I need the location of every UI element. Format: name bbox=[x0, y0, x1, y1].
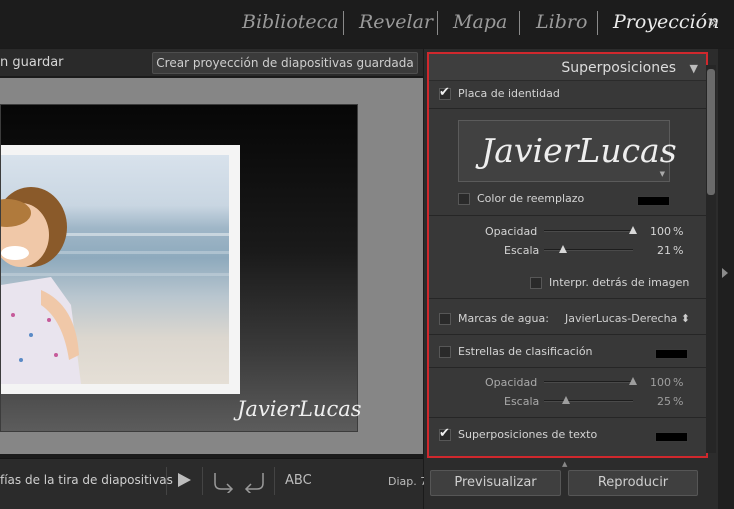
module-divider bbox=[437, 11, 438, 35]
module-proyeccion[interactable]: Proyección bbox=[613, 11, 719, 33]
identity-plate-checkbox[interactable] bbox=[439, 85, 451, 100]
add-text-button[interactable]: ABC bbox=[285, 473, 312, 488]
rotate-left-icon[interactable] bbox=[211, 469, 237, 493]
module-revelar[interactable]: Revelar bbox=[359, 11, 433, 33]
panel-title: Superposiciones bbox=[561, 60, 676, 76]
stars-opacity-slider[interactable] bbox=[544, 377, 637, 385]
section-divider bbox=[429, 215, 706, 216]
identity-plate-menu-icon[interactable]: ▼ bbox=[660, 170, 665, 178]
identity-scale-slider[interactable] bbox=[544, 245, 633, 253]
override-color-swatch[interactable] bbox=[637, 196, 670, 206]
watermark-checkbox[interactable] bbox=[439, 313, 451, 325]
stars-scale-value[interactable]: 25 bbox=[643, 395, 671, 408]
module-divider bbox=[343, 11, 344, 35]
toolbar-divider bbox=[202, 467, 203, 495]
stars-scale-unit: % bbox=[673, 395, 684, 408]
override-color-checkbox[interactable] bbox=[458, 193, 470, 205]
module-biblioteca[interactable]: Biblioteca bbox=[242, 11, 339, 33]
identity-opacity-slider[interactable] bbox=[544, 226, 637, 234]
stars-scale-label: Escala bbox=[504, 395, 540, 408]
module-divider bbox=[519, 11, 520, 35]
identity-plate-editor[interactable]: JavierLucas ▼ bbox=[458, 120, 677, 182]
rating-stars-checkbox[interactable] bbox=[439, 346, 451, 358]
scrollbar-thumb[interactable] bbox=[707, 69, 715, 195]
play-icon[interactable] bbox=[176, 471, 192, 489]
preview-button[interactable]: Previsualizar bbox=[430, 470, 561, 496]
module-divider bbox=[597, 11, 598, 35]
identity-opacity-unit: % bbox=[673, 225, 684, 238]
slider-knob[interactable] bbox=[629, 226, 637, 234]
panel-scrollbar[interactable] bbox=[706, 65, 716, 453]
bottom-toolbar: fías de la tira de diapositivas ⬍ ABC Di… bbox=[0, 458, 427, 509]
module-libro[interactable]: Libro bbox=[536, 11, 587, 33]
use-content-select[interactable]: fías de la tira de diapositivas ⬍ bbox=[0, 473, 187, 487]
collapse-right-panel-icon[interactable] bbox=[722, 268, 728, 278]
create-saved-slideshow-button[interactable]: Crear proyección de diapositivas guardad… bbox=[152, 52, 418, 74]
override-color-label: Color de reemplazo bbox=[477, 192, 585, 205]
unsaved-slideshow-label: n guardar bbox=[0, 55, 64, 70]
overlays-panel-highlight: Superposiciones ▼ Placa de identidad Jav… bbox=[427, 52, 708, 458]
collapse-triangle-icon[interactable]: ▼ bbox=[690, 62, 698, 75]
overlays-panel: Superposiciones ▼ Placa de identidad Jav… bbox=[424, 49, 734, 509]
slide-counter: Diap. 7 bbox=[388, 475, 428, 488]
identity-opacity-label: Opacidad bbox=[485, 225, 538, 238]
identity-plate-overlay[interactable]: JavierLucas bbox=[237, 397, 362, 421]
identity-plate-label: Placa de identidad bbox=[458, 87, 560, 100]
rating-stars-label: Estrellas de clasificación bbox=[458, 345, 593, 358]
lightroom-window: Biblioteca Revelar Mapa Libro Proyección… bbox=[0, 0, 734, 509]
play-button[interactable]: Reproducir bbox=[568, 470, 698, 496]
stars-opacity-unit: % bbox=[673, 376, 684, 389]
section-divider bbox=[429, 108, 706, 109]
slide-preview: JavierLucas bbox=[0, 104, 362, 432]
slide-photo[interactable] bbox=[1, 155, 229, 384]
text-overlays-color-swatch[interactable] bbox=[655, 432, 688, 442]
section-divider bbox=[429, 334, 706, 335]
rotate-right-icon[interactable] bbox=[241, 469, 267, 493]
toolbar-divider bbox=[274, 467, 275, 495]
rating-stars-color-swatch[interactable] bbox=[655, 349, 688, 359]
panel-resize-icon[interactable]: ▲ bbox=[562, 460, 567, 468]
panel-header[interactable]: Superposiciones ▼ bbox=[429, 54, 706, 81]
slider-knob[interactable] bbox=[562, 396, 571, 404]
identity-scale-label: Escala bbox=[504, 244, 540, 257]
more-modules-icon[interactable]: » bbox=[708, 13, 718, 33]
module-mapa[interactable]: Mapa bbox=[453, 11, 507, 33]
section-divider bbox=[429, 367, 706, 368]
stars-opacity-value[interactable]: 100 bbox=[643, 376, 671, 389]
toolbar-divider bbox=[166, 467, 167, 495]
render-behind-label: Interpr. detrás de imagen bbox=[549, 276, 690, 289]
section-divider bbox=[429, 298, 706, 299]
slideshow-toolbar: n guardar Crear proyección de diapositiv… bbox=[0, 49, 423, 77]
right-panel-edge bbox=[718, 49, 734, 509]
text-overlays-checkbox[interactable] bbox=[439, 426, 451, 441]
render-behind-checkbox[interactable] bbox=[530, 277, 542, 289]
stars-scale-slider[interactable] bbox=[544, 396, 633, 404]
slider-knob[interactable] bbox=[558, 245, 567, 253]
text-overlays-label: Superposiciones de texto bbox=[458, 428, 598, 441]
child-figure bbox=[1, 187, 81, 384]
identity-scale-value[interactable]: 21 bbox=[643, 244, 671, 257]
identity-plate-text: JavierLucas bbox=[481, 131, 677, 170]
slider-knob[interactable] bbox=[629, 377, 637, 385]
slide-canvas: JavierLucas bbox=[0, 78, 423, 454]
watermark-select[interactable]: JavierLucas-Derecha ⬍ bbox=[565, 312, 690, 325]
photo-frame bbox=[1, 145, 240, 394]
section-divider bbox=[429, 417, 706, 418]
identity-scale-unit: % bbox=[673, 244, 684, 257]
identity-opacity-value[interactable]: 100 bbox=[643, 225, 671, 238]
module-picker: Biblioteca Revelar Mapa Libro Proyección… bbox=[0, 0, 734, 48]
watermark-label: Marcas de agua: bbox=[458, 312, 549, 325]
stars-opacity-label: Opacidad bbox=[485, 376, 538, 389]
